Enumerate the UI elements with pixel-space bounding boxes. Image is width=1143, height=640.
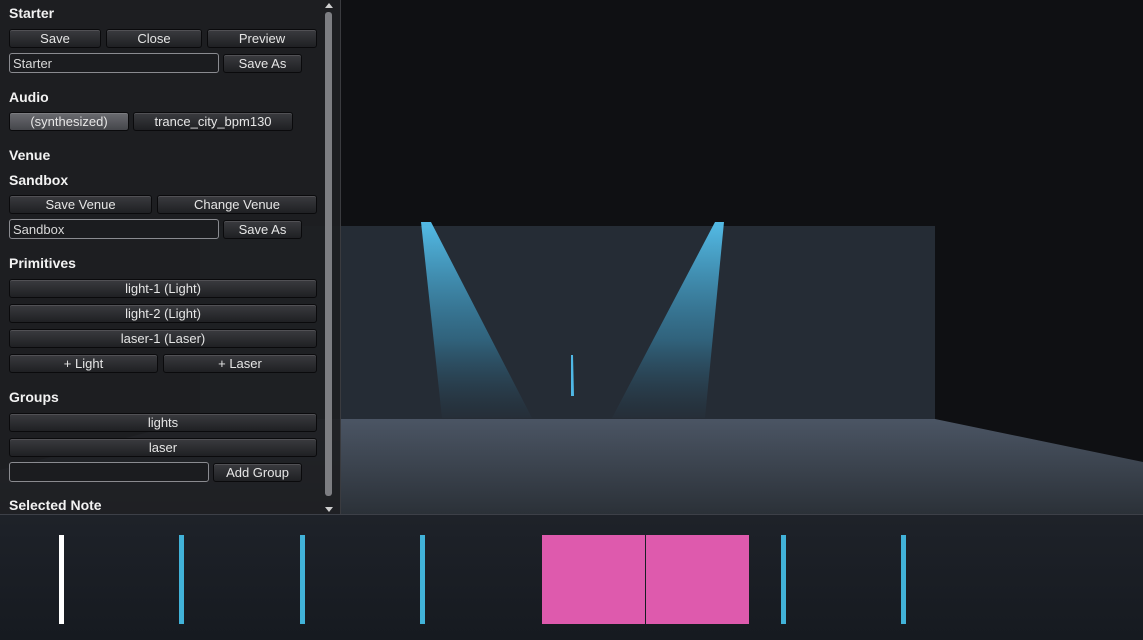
venue-name-field[interactable] [9, 219, 219, 239]
timeline-note[interactable] [542, 535, 645, 624]
primitive-item-light-2[interactable]: light-2 (Light) [9, 304, 317, 323]
audio-title: Audio [9, 89, 49, 105]
beat-marker [781, 535, 786, 624]
save-button[interactable]: Save [9, 29, 101, 48]
beat-marker [300, 535, 305, 624]
change-venue-button[interactable]: Change Venue [157, 195, 317, 214]
group-item-lights[interactable]: lights [9, 413, 317, 432]
project-save-as-button[interactable]: Save As [223, 54, 302, 73]
add-light-button[interactable]: + Light [9, 354, 158, 373]
new-group-field[interactable] [9, 462, 209, 482]
save-venue-button[interactable]: Save Venue [9, 195, 152, 214]
selected-note-title: Selected Note [9, 497, 102, 513]
beat-marker [420, 535, 425, 624]
close-button[interactable]: Close [106, 29, 202, 48]
editor-panel: Starter Save Close Preview Save As Audio… [0, 0, 341, 514]
venue-title: Venue [9, 147, 51, 163]
scroll-thumb[interactable] [325, 12, 332, 496]
add-laser-button[interactable]: + Laser [163, 354, 317, 373]
primitive-item-light-1[interactable]: light-1 (Light) [9, 279, 317, 298]
primitive-item-laser-1[interactable]: laser-1 (Laser) [9, 329, 317, 348]
venue-name: Sandbox [9, 172, 69, 188]
group-item-laser[interactable]: laser [9, 438, 317, 457]
project-title: Starter [9, 5, 55, 21]
audio-track-synthesized[interactable]: (synthesized) [9, 112, 129, 131]
add-group-button[interactable]: Add Group [213, 463, 302, 482]
panel-scrollbar[interactable] [322, 0, 336, 514]
scroll-down-arrow-icon[interactable] [325, 507, 333, 512]
preview-button[interactable]: Preview [207, 29, 317, 48]
primitives-title: Primitives [9, 255, 76, 271]
groups-title: Groups [9, 389, 59, 405]
audio-track-trance-city[interactable]: trance_city_bpm130 [133, 112, 293, 131]
scroll-up-arrow-icon[interactable] [325, 3, 333, 8]
project-name-field[interactable] [9, 53, 219, 73]
timeline[interactable] [0, 514, 1143, 640]
timeline-note[interactable] [646, 535, 749, 624]
venue-save-as-button[interactable]: Save As [223, 220, 302, 239]
beat-marker [179, 535, 184, 624]
playhead[interactable] [59, 535, 64, 624]
beat-marker [901, 535, 906, 624]
